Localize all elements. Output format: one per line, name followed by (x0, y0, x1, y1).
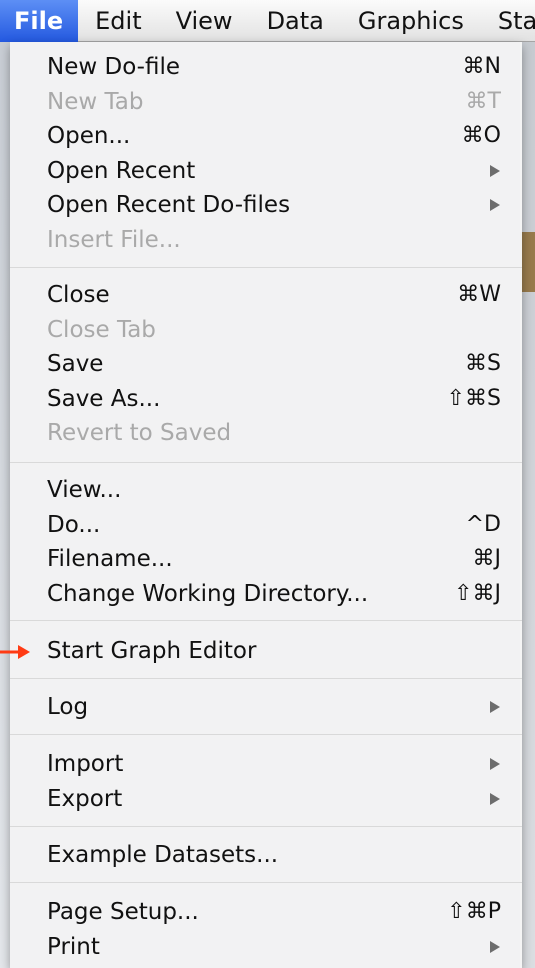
menu-file[interactable]: File (0, 0, 79, 42)
menu-item-example-datasets[interactable]: Example Datasets... (10, 838, 522, 872)
submenu-arrow-icon (490, 199, 500, 212)
menu-data[interactable]: Data (250, 0, 341, 42)
menu-item-label: Close Tab (47, 316, 156, 343)
menu-item-close[interactable]: Close ⌘W (10, 278, 522, 312)
background-window-left (0, 42, 10, 968)
menu-item-insert-file: Insert File... (10, 223, 522, 257)
background-window-right (520, 42, 535, 968)
menu-separator (10, 462, 522, 463)
menu-item-label: Close (47, 282, 110, 308)
menu-item-label: New Tab (47, 88, 144, 115)
menu-item-open-recent-do-files[interactable]: Open Recent Do-files (10, 188, 522, 222)
menu-item-open-recent[interactable]: Open Recent (10, 154, 522, 188)
menu-item-shortcut: ⌘T (465, 88, 501, 114)
submenu-arrow-icon (490, 164, 500, 177)
menu-separator (10, 734, 522, 735)
menu-item-page-setup[interactable]: Page Setup... ⇧⌘P (10, 895, 522, 929)
menu-item-label: Open Recent Do-files (47, 192, 291, 219)
menu-item-shortcut: ⇧⌘J (454, 580, 501, 606)
menu-item-save[interactable]: Save ⌘S (10, 347, 522, 381)
menu-item-revert-to-saved: Revert to Saved (10, 416, 522, 450)
menu-item-shortcut: ⌘O (461, 123, 501, 149)
menu-item-label: Import (47, 751, 124, 777)
menu-item-close-tab: Close Tab (10, 313, 522, 347)
menu-item-shortcut: ⌘S (465, 351, 501, 377)
menu-item-label: Change Working Directory... (47, 580, 369, 607)
menu-item-filename[interactable]: Filename... ⌘J (10, 542, 522, 576)
menu-item-label: Save As... (47, 385, 161, 412)
menu-bar: File Edit View Data Graphics Sta (0, 0, 535, 42)
menu-item-do[interactable]: Do... ^D (10, 508, 522, 542)
menu-separator (10, 882, 522, 883)
menu-item-shortcut: ^D (465, 511, 501, 537)
submenu-arrow-icon (490, 792, 500, 805)
menu-item-save-as[interactable]: Save As... ⇧⌘S (10, 382, 522, 416)
menu-item-label: Print (47, 933, 100, 960)
menu-item-shortcut: ⇧⌘P (447, 899, 501, 924)
menu-item-change-working-directory[interactable]: Change Working Directory... ⇧⌘J (10, 577, 522, 611)
menu-statistics[interactable]: Sta (481, 0, 535, 42)
annotation-arrow-icon (0, 645, 30, 659)
menu-item-import[interactable]: Import (10, 747, 522, 781)
menu-item-label: Revert to Saved (47, 420, 232, 447)
menu-view[interactable]: View (159, 0, 250, 42)
file-menu-dropdown: New Do-file ⌘N New Tab ⌘T Open... ⌘O Open Rece… (10, 42, 522, 968)
menu-item-new-do-file[interactable]: New Do-file ⌘N (10, 50, 522, 84)
menu-separator (10, 267, 522, 268)
menu-item-label: Page Setup... (47, 899, 199, 925)
menu-item-label: Save (47, 351, 104, 378)
menu-item-label: Example Datasets... (47, 842, 279, 868)
menu-separator (10, 678, 522, 679)
menu-item-print[interactable]: Print (10, 930, 522, 964)
menu-item-export[interactable]: Export (10, 782, 522, 816)
menu-separator (10, 826, 522, 827)
menu-separator (10, 620, 522, 621)
menu-item-label: Open Recent (47, 157, 196, 184)
menu-item-label: Start Graph Editor (47, 638, 257, 664)
menu-item-label: Open... (47, 123, 131, 150)
menu-item-shortcut: ⇧⌘S (446, 385, 501, 411)
submenu-arrow-icon (490, 940, 500, 953)
menu-item-label: Log (47, 694, 89, 720)
menu-edit[interactable]: Edit (78, 0, 158, 42)
menu-item-shortcut: ⌘J (472, 546, 502, 572)
menu-item-label: Filename... (47, 546, 173, 573)
menu-item-label: Export (47, 785, 123, 812)
menu-item-view[interactable]: View... (10, 473, 522, 507)
menu-item-log[interactable]: Log (10, 690, 522, 724)
menu-item-label: View... (47, 477, 122, 503)
submenu-arrow-icon (490, 758, 500, 770)
background-image-fragment (520, 232, 535, 292)
menu-item-open[interactable]: Open... ⌘O (10, 119, 522, 153)
menu-item-new-tab: New Tab ⌘T (10, 85, 522, 119)
menu-item-label: Insert File... (47, 227, 181, 253)
menu-item-shortcut: ⌘W (457, 282, 501, 307)
menu-item-label: Do... (47, 511, 101, 538)
submenu-arrow-icon (490, 701, 500, 713)
menu-graphics[interactable]: Graphics (341, 0, 481, 42)
menu-item-shortcut: ⌘N (462, 54, 501, 79)
menu-item-start-graph-editor[interactable]: Start Graph Editor (10, 634, 522, 668)
menu-item-label: New Do-file (47, 54, 181, 80)
